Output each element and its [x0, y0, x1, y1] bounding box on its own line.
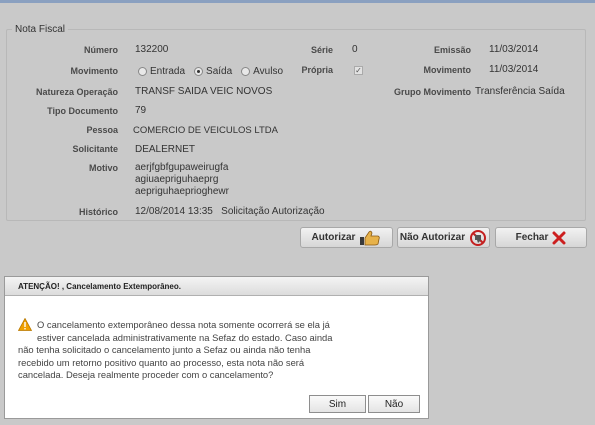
emissao-label: Emissão [433, 45, 471, 55]
motivo-line-1: aerjfgbfgupaweirugfa [135, 162, 229, 173]
motivo-line-3: aepriguhaeprioghewr [135, 186, 229, 197]
thumbs-down-icon [470, 229, 487, 246]
natureza-value: TRANSF SAIDA VEIC NOVOS [135, 86, 273, 97]
nao-autorizar-button[interactable]: Não Autorizar [397, 227, 490, 248]
dialog-no-button[interactable]: Não [368, 395, 420, 413]
radio-saida-label: Saída [206, 66, 233, 77]
grupo-value: Transferência Saída [475, 86, 565, 97]
serie-label: Série [310, 45, 333, 55]
dialog-message-line-1: O cancelamento extemporâneo dessa nota s… [37, 319, 330, 330]
radio-avulso-circle[interactable] [241, 67, 251, 76]
tipo-documento-label: Tipo Documento [47, 106, 118, 116]
emissao-value: 11/03/2014 [489, 44, 539, 55]
fieldset-legend: Nota Fiscal [12, 24, 69, 35]
dialog-title: ATENÇÃO! , Cancelamento Extemporâneo. [5, 277, 428, 296]
dialog-message-line-5: cancelada. Deseja realmente proceder com… [18, 369, 274, 381]
motivo-label: Motivo [89, 163, 118, 173]
grupo-label: Grupo Movimento [394, 87, 471, 97]
natureza-label: Natureza Operação [35, 87, 118, 97]
numero-value: 132200 [135, 44, 169, 55]
close-icon [552, 231, 566, 244]
numero-label: Número [83, 45, 118, 55]
radio-saida[interactable]: Saída [194, 66, 232, 77]
top-bar [0, 0, 595, 3]
autorizar-button[interactable]: Autorizar [300, 227, 393, 248]
movimento-label: Movimento [70, 66, 118, 76]
dialog-message: O cancelamento extemporâneo dessa nota s… [18, 319, 418, 382]
solicitante-label: Solicitante [72, 144, 118, 154]
movimento-radio-group: Entrada Saída Avulso [138, 66, 283, 77]
motivo-line-2: agiuaepriguhaeprg [135, 174, 219, 185]
fechar-button[interactable]: Fechar [495, 227, 587, 248]
solicitante-value: DEALERNET [135, 144, 196, 155]
nao-autorizar-label: Não Autorizar [399, 232, 466, 243]
propria-label: Própria [301, 65, 333, 75]
fechar-label: Fechar [515, 232, 549, 243]
thumbs-up-icon [360, 230, 381, 245]
radio-entrada-label: Entrada [150, 66, 186, 77]
historico-value: 12/08/2014 13:35 Solicitação Autorização [135, 206, 325, 217]
autorizar-label: Autorizar [311, 232, 356, 243]
pessoa-label: Pessoa [86, 125, 118, 135]
radio-entrada[interactable]: Entrada [138, 66, 185, 77]
movimento-date-value: 11/03/2014 [489, 64, 539, 75]
dialog-yes-button[interactable]: Sim [309, 395, 366, 413]
dialog-message-line-2: estiver cancelada administrativamente na… [37, 331, 333, 343]
tipo-documento-value: 79 [135, 105, 147, 116]
dialog-message-line-4: recebido um retorno positivo quanto ao p… [18, 356, 305, 368]
radio-entrada-circle[interactable] [138, 67, 147, 76]
historico-label: Histórico [78, 207, 118, 217]
dialog-message-line-3: não tenha solicitado o cancelamento junt… [18, 344, 311, 356]
pessoa-value: COMERCIO DE VEICULOS LTDA [133, 125, 278, 136]
radio-saida-circle[interactable] [194, 67, 204, 76]
serie-value: 0 [352, 44, 358, 55]
cancelamento-dialog: ATENÇÃO! , Cancelamento Extemporâneo. O … [4, 276, 429, 419]
movimento-date-label: Movimento [423, 65, 471, 75]
